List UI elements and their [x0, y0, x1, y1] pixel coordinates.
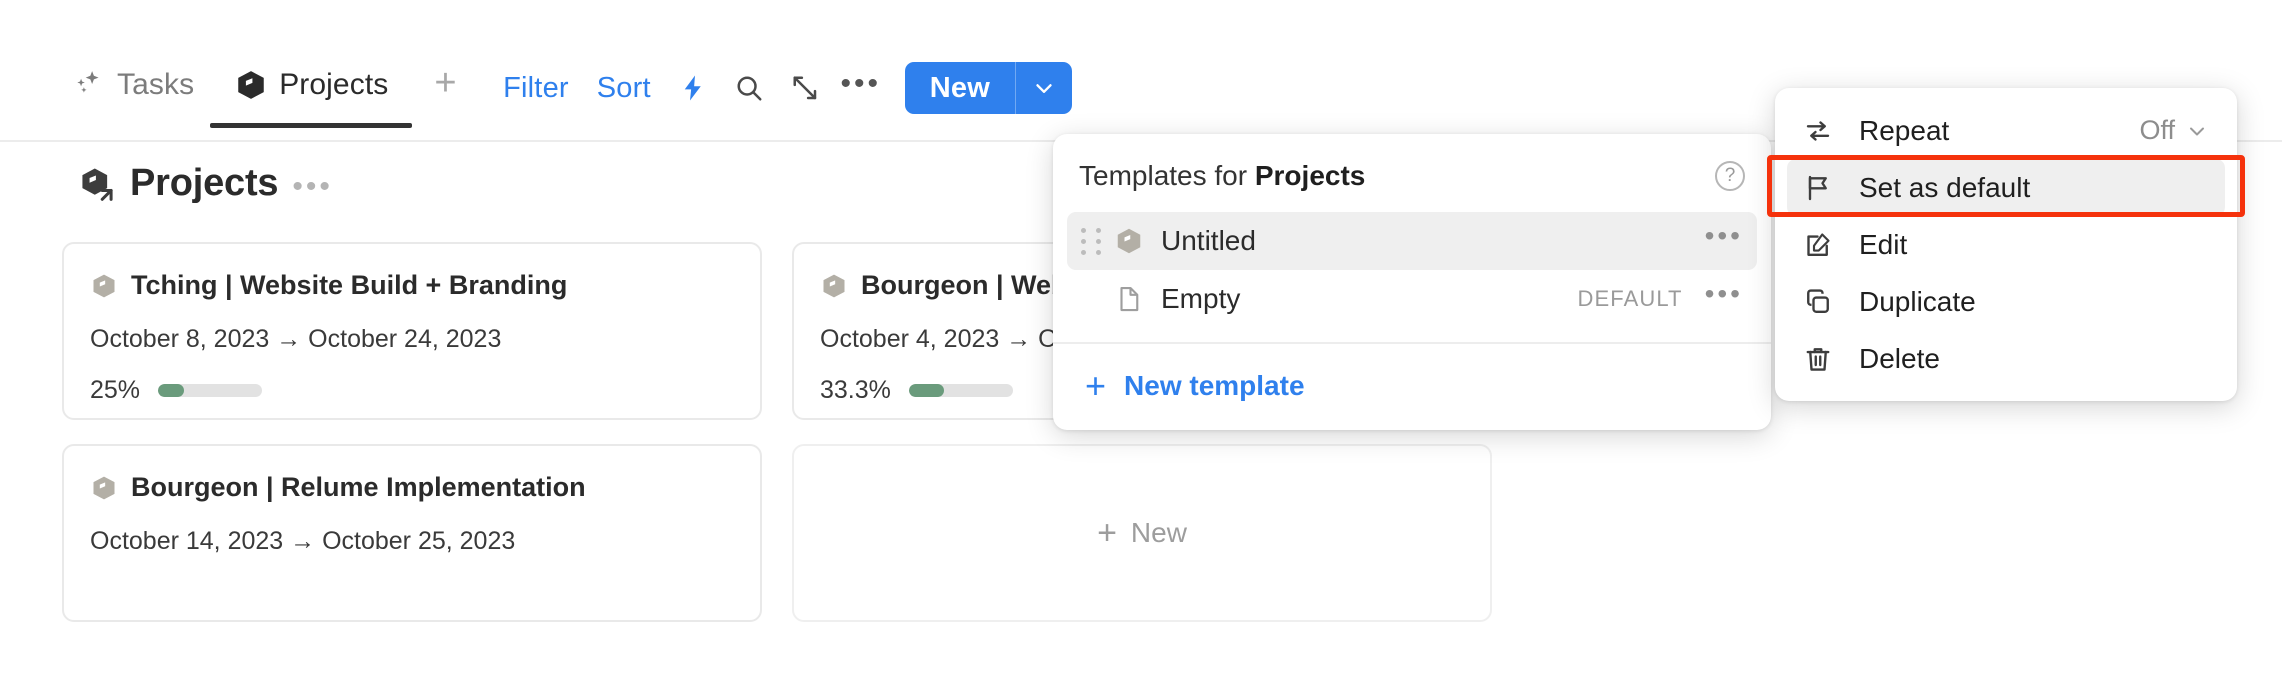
template-context-menu: Repeat Off Set as default Edit Duplicate…	[1775, 88, 2237, 401]
document-icon	[1105, 284, 1153, 314]
progress-bar-fill	[158, 384, 185, 397]
project-card-title-row: Tching | Website Build + Branding	[90, 270, 734, 301]
pencil-square-icon	[1803, 230, 1849, 260]
project-card-dates: October 8, 2023 → October 24, 2023	[90, 325, 502, 353]
progress-bar	[158, 384, 263, 397]
templates-popup-title: Templates for Projects	[1079, 160, 1365, 192]
templates-title-entity: Projects	[1254, 160, 1366, 191]
cube-icon	[1105, 226, 1153, 256]
cube-icon	[90, 474, 118, 502]
more-horizontal-icon[interactable]: •••	[833, 62, 889, 114]
new-template-button[interactable]: + New template	[1053, 344, 1771, 430]
plus-icon: +	[1097, 514, 1117, 552]
progress-label: 25%	[90, 376, 141, 404]
project-card-title-row: Bourgeon | Relume Implementation	[90, 472, 734, 503]
new-template-label: New template	[1124, 370, 1305, 401]
project-card-dates: October 14, 2023 → October 25, 2023	[90, 527, 516, 555]
help-glyph: ?	[1724, 165, 1736, 186]
duplicate-icon	[1803, 287, 1849, 317]
tab-list: Tasks Projects +	[72, 64, 457, 128]
project-card-title: Tching | Website Build + Branding	[131, 270, 568, 300]
template-list: Untitled ••• Empty DEFAULT •••	[1053, 212, 1771, 342]
template-more-icon[interactable]: •••	[1705, 280, 1743, 308]
lightning-bolt-icon[interactable]	[665, 62, 721, 114]
project-card-title: Bourgeon | Relume Implementation	[131, 472, 586, 502]
cube-icon	[820, 272, 848, 300]
cube-arrow-icon	[78, 165, 116, 203]
new-button[interactable]: New	[905, 62, 1015, 114]
project-card-progress: 25%	[90, 376, 734, 405]
plus-icon: +	[1085, 365, 1107, 407]
templates-popup-header: Templates for Projects ?	[1053, 134, 1771, 212]
more-options-label: •••	[840, 67, 882, 100]
project-card[interactable]: Tching | Website Build + Branding Octobe…	[62, 242, 762, 420]
template-name: Untitled	[1161, 225, 1256, 256]
context-menu-item-edit[interactable]: Edit	[1787, 216, 2225, 273]
new-project-card[interactable]: + New	[792, 444, 1492, 622]
new-project-card-inner: + New	[1097, 516, 1187, 550]
expand-arrows-icon[interactable]	[777, 62, 833, 114]
new-button-group[interactable]: New	[904, 62, 1072, 114]
question-circle-icon[interactable]: ?	[1715, 161, 1745, 191]
context-menu-item-repeat[interactable]: Repeat Off	[1787, 102, 2225, 159]
progress-label: 33.3%	[820, 376, 891, 404]
cube-icon	[234, 68, 268, 102]
chevron-down-icon[interactable]	[1016, 62, 1072, 114]
context-menu-label: Duplicate	[1859, 285, 1976, 317]
toolbar: Filter Sort ••• New	[489, 62, 1072, 114]
progress-bar-fill	[908, 384, 944, 397]
trash-icon	[1803, 344, 1849, 374]
search-icon[interactable]	[721, 62, 777, 114]
template-row-empty[interactable]: Empty DEFAULT •••	[1067, 270, 1757, 328]
context-menu-label: Set as default	[1859, 171, 2031, 203]
add-tab-button[interactable]: +	[434, 64, 456, 102]
sort-button[interactable]: Sort	[583, 72, 665, 105]
flag-icon	[1803, 173, 1849, 203]
context-menu-item-set-as-default[interactable]: Set as default	[1787, 159, 2225, 216]
tab-tasks-label: Tasks	[117, 68, 195, 101]
templates-title-prefix: Templates for	[1079, 160, 1255, 191]
filter-button[interactable]: Filter	[489, 72, 583, 105]
chevron-down-icon[interactable]	[2185, 119, 2209, 143]
templates-popup: Templates for Projects ? Untitled ••• Em…	[1053, 134, 1771, 430]
page-more-icon[interactable]: •••	[292, 171, 333, 201]
progress-bar	[908, 384, 1013, 397]
context-menu-item-duplicate[interactable]: Duplicate	[1787, 273, 2225, 330]
context-menu-label: Repeat	[1859, 114, 1950, 146]
repeat-icon	[1803, 116, 1849, 146]
tab-tasks[interactable]: Tasks	[72, 68, 194, 128]
cube-icon	[90, 272, 118, 300]
template-row-untitled[interactable]: Untitled •••	[1067, 212, 1757, 270]
sparkles-icon	[72, 68, 106, 102]
context-menu-item-delete[interactable]: Delete	[1787, 330, 2225, 387]
tab-projects[interactable]: Projects	[210, 68, 413, 128]
repeat-value: Off	[2139, 115, 2175, 145]
page-title: Projects •••	[78, 162, 333, 205]
page-title-text: Projects	[130, 162, 279, 204]
template-more-icon[interactable]: •••	[1705, 222, 1743, 250]
new-project-card-label: New	[1130, 517, 1187, 548]
project-card[interactable]: Bourgeon | Relume Implementation October…	[62, 444, 762, 622]
default-badge: DEFAULT	[1577, 286, 1683, 311]
drag-handle-icon[interactable]	[1079, 227, 1105, 255]
app-root: Tasks Projects + Filter Sort ••• New Pro…	[0, 0, 2282, 700]
context-menu-label: Edit	[1859, 228, 1908, 260]
drag-handle-dots	[1081, 227, 1103, 255]
template-name: Empty	[1161, 283, 1241, 314]
tab-projects-label: Projects	[279, 68, 389, 101]
context-menu-label: Delete	[1859, 342, 1940, 374]
